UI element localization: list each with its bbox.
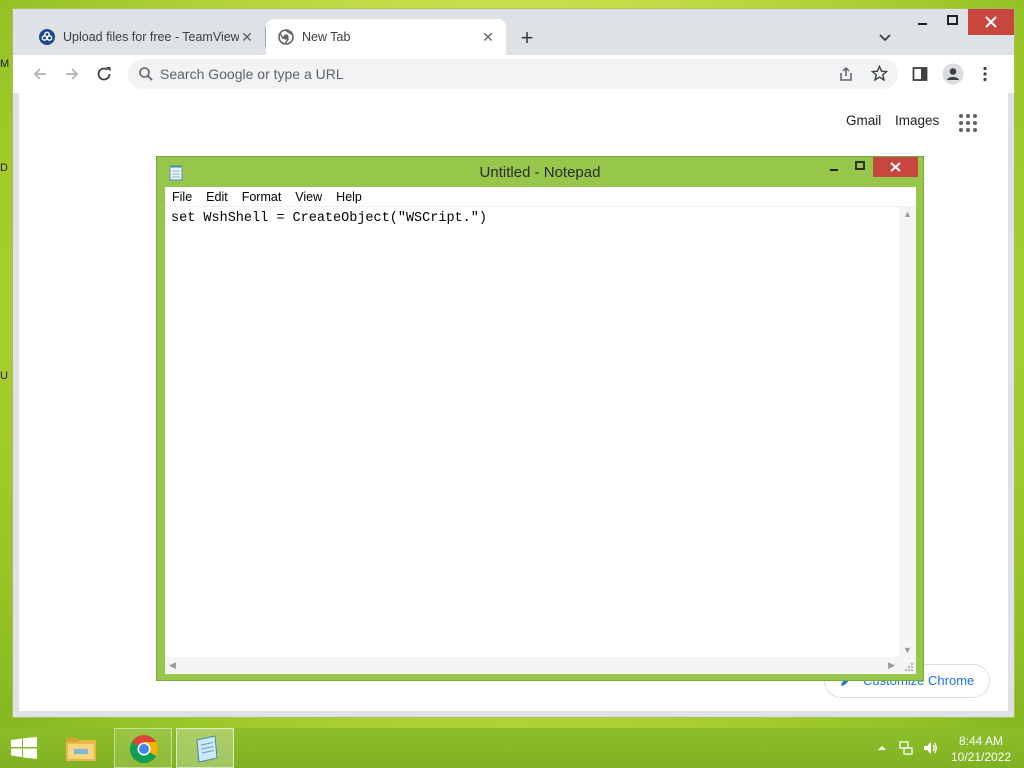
clock-date: 10/21/2022 [950, 750, 1012, 764]
gmail-link[interactable]: Gmail [846, 113, 881, 128]
menu-file[interactable]: File [165, 190, 199, 204]
images-link[interactable]: Images [895, 113, 939, 128]
vertical-scrollbar[interactable]: ▲ ▼ [899, 207, 916, 657]
bookmark-star-icon[interactable] [871, 65, 888, 82]
reload-icon[interactable] [95, 65, 113, 83]
volume-icon[interactable] [922, 740, 938, 756]
taskbar-notepad[interactable] [176, 728, 234, 768]
side-panel-icon[interactable] [911, 65, 929, 83]
teamviewer-favicon-icon [39, 29, 55, 45]
tab-title: Upload files for free - TeamViewer [63, 30, 239, 44]
tab-strip: Upload files for free - TeamViewer ✕ New… [13, 9, 1014, 55]
taskbar-file-explorer[interactable] [52, 728, 110, 768]
new-tab-button[interactable]: + [513, 25, 541, 53]
resize-grip-icon[interactable] [899, 657, 916, 674]
close-icon [890, 162, 901, 172]
close-icon [985, 16, 997, 28]
notepad-minimize-button[interactable] [821, 157, 847, 177]
minimize-icon [918, 23, 927, 25]
file-explorer-icon [66, 738, 96, 761]
tab-teamviewer[interactable]: Upload files for free - TeamViewer ✕ [27, 19, 265, 55]
taskbar: 8:44 AM 10/21/2022 [0, 728, 1024, 768]
search-icon [139, 67, 153, 81]
close-tab-icon[interactable]: ✕ [480, 29, 496, 45]
start-button[interactable] [0, 728, 48, 768]
menu-view[interactable]: View [288, 190, 329, 204]
forward-arrow-icon[interactable] [63, 65, 81, 83]
close-tab-icon[interactable]: ✕ [239, 29, 255, 45]
scroll-up-arrow-icon[interactable]: ▲ [903, 209, 912, 219]
scroll-down-arrow-icon[interactable]: ▼ [903, 645, 912, 655]
notepad-text-content[interactable]: set WshShell = CreateObject("WSCript.") [171, 211, 487, 226]
notepad-close-button[interactable] [873, 157, 918, 177]
maximize-icon [947, 15, 958, 25]
taskbar-chrome[interactable] [114, 728, 172, 768]
desktop-icon-label-fragment: D [0, 162, 8, 174]
network-icon[interactable] [898, 740, 914, 756]
notepad-icon [196, 735, 218, 763]
chrome-favicon-icon [278, 29, 294, 45]
notepad-menu-bar: File Edit Format View Help [165, 187, 916, 207]
horizontal-scrollbar[interactable]: ◀ ▶ [165, 657, 899, 674]
tab-new-tab[interactable]: New Tab ✕ [266, 19, 506, 55]
menu-format[interactable]: Format [235, 190, 289, 204]
desktop-icon-label-fragment: M [0, 58, 10, 70]
desktop-icon-label-fragment: U [0, 370, 8, 382]
notepad-title-bar[interactable]: Untitled - Notepad [157, 157, 923, 187]
notepad-maximize-button[interactable] [847, 157, 873, 177]
scroll-right-arrow-icon[interactable]: ▶ [888, 660, 895, 671]
browser-minimize-button[interactable] [908, 9, 938, 35]
notepad-window-title: Untitled - Notepad [479, 164, 601, 181]
chrome-icon [130, 735, 158, 763]
share-icon[interactable] [838, 66, 854, 82]
omnibox[interactable] [128, 59, 898, 89]
clock-time: 8:44 AM [958, 734, 1004, 748]
profile-avatar-icon[interactable] [942, 63, 964, 85]
browser-close-button[interactable] [968, 9, 1014, 35]
tab-search-chevron-icon[interactable] [875, 27, 895, 47]
menu-help[interactable]: Help [329, 190, 369, 204]
google-apps-icon[interactable] [958, 113, 978, 133]
tab-title: New Tab [302, 30, 351, 44]
taskbar-clock[interactable]: 8:44 AM 10/21/2022 [946, 733, 1016, 765]
scroll-left-arrow-icon[interactable]: ◀ [169, 660, 176, 671]
menu-edit[interactable]: Edit [199, 190, 235, 204]
notepad-text-area[interactable]: set WshShell = CreateObject("WSCript.") … [165, 207, 916, 674]
browser-toolbar [13, 55, 1014, 93]
maximize-icon [855, 161, 865, 170]
minimize-icon [830, 169, 838, 171]
back-arrow-icon[interactable] [31, 65, 49, 83]
notepad-window: Untitled - Notepad File Edit Format View… [156, 156, 924, 681]
notepad-client-area: File Edit Format View Help set WshShell … [165, 187, 916, 674]
start-icon [11, 737, 37, 759]
browser-maximize-button[interactable] [938, 9, 968, 35]
show-hidden-icons-icon[interactable] [874, 740, 890, 756]
omnibox-input[interactable] [160, 63, 820, 85]
more-menu-icon[interactable] [976, 65, 994, 83]
